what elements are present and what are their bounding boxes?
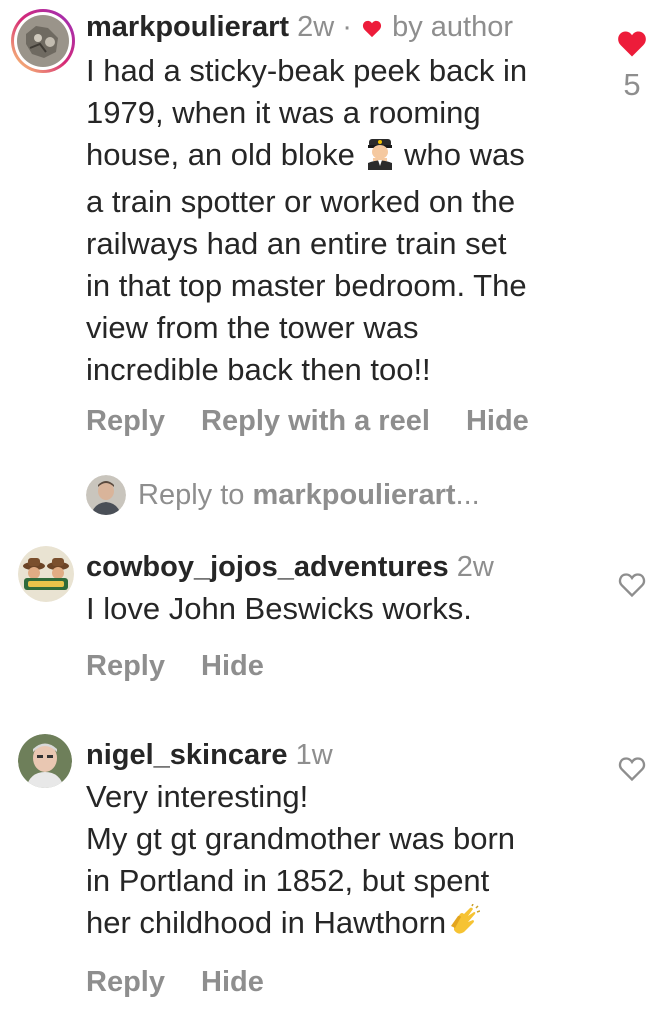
comment-line: in that top master bedroom. The: [86, 268, 527, 303]
avatar-current-user: [86, 475, 126, 515]
like-group: [614, 756, 650, 787]
heart-outline-icon[interactable]: [614, 756, 650, 787]
comment-line: in Portland in 1852, but spent: [86, 863, 490, 898]
heart-outline-icon[interactable]: [614, 572, 650, 603]
comment-age: 2w: [297, 11, 335, 43]
comment-line: house, an old bloke who was: [86, 134, 602, 181]
reply-button[interactable]: Reply: [86, 966, 165, 998]
comment-age: 1w: [295, 739, 333, 771]
reply-to-prompt[interactable]: Reply to markpoulierart ...: [86, 475, 480, 515]
heart-filled-icon[interactable]: [614, 30, 650, 63]
comment-actions: Reply Reply with a reel Hide: [86, 405, 557, 438]
comment-meta: nigel_skincare 1w: [86, 738, 602, 772]
reply-to-ellipsis: ...: [455, 478, 480, 511]
comment-username[interactable]: markpoulierart: [86, 11, 289, 43]
comment-actions: Reply Hide: [86, 650, 292, 683]
comment-body: I had a sticky-beak peek back in 1979, w…: [86, 50, 602, 391]
comment-body: Very interesting! My gt gt grandmother w…: [86, 776, 602, 949]
separator-dot: ·: [342, 11, 352, 43]
comment-line: Very interesting!: [86, 779, 309, 814]
reply-with-reel-button[interactable]: Reply with a reel: [201, 405, 430, 437]
reply-to-username: markpoulierart: [252, 478, 456, 511]
like-group: [614, 572, 650, 603]
reply-to-prefix: Reply to: [138, 478, 253, 511]
comment-actions: Reply Hide: [86, 966, 292, 999]
pilot-emoji-icon: [364, 136, 396, 181]
comment-line: view from the tower was: [86, 310, 419, 345]
comment-line: railways had an entire train set: [86, 226, 507, 261]
comment-line-part: her childhood in Hawthorn: [86, 905, 447, 940]
comment-body: I love John Beswicks works.: [86, 588, 602, 630]
comment-line-part: house, an old bloke: [86, 137, 355, 172]
comment-line: I had a sticky-beak peek back in: [86, 53, 528, 88]
liked-by-author-label: by author: [392, 11, 513, 43]
comment-line-part: who was: [404, 137, 525, 172]
hide-button[interactable]: Hide: [201, 650, 264, 682]
comment-line: a train spotter or worked on the: [86, 184, 516, 219]
comment-meta: markpoulierart 2w · by author: [86, 10, 602, 46]
comment-line: incredible back then too!!: [86, 352, 431, 387]
comment-line: My gt gt grandmother was born: [86, 821, 516, 856]
heart-filled-icon: [362, 12, 382, 46]
comment-line: I love John Beswicks works.: [86, 591, 472, 626]
hide-button[interactable]: Hide: [466, 405, 529, 437]
avatar-cowboy-jojos-adventures[interactable]: [18, 546, 74, 602]
reply-button[interactable]: Reply: [86, 650, 165, 682]
comment-username[interactable]: nigel_skincare: [86, 739, 288, 771]
avatar-nigel-skincare[interactable]: [18, 734, 72, 788]
comment-age: 2w: [456, 551, 494, 583]
comment-line: her childhood in Hawthorn: [86, 902, 602, 949]
hide-button[interactable]: Hide: [201, 966, 264, 998]
like-count: 5: [623, 67, 641, 102]
like-group: 5: [614, 30, 650, 103]
comment-meta: cowboy_jojos_adventures 2w: [86, 550, 602, 584]
avatar-markpoulierart[interactable]: [10, 8, 76, 74]
comment-line: 1979, when it was a rooming: [86, 95, 481, 130]
reply-button[interactable]: Reply: [86, 405, 165, 437]
comment-username[interactable]: cowboy_jojos_adventures: [86, 551, 449, 583]
clapping-emoji-icon: [446, 903, 481, 949]
